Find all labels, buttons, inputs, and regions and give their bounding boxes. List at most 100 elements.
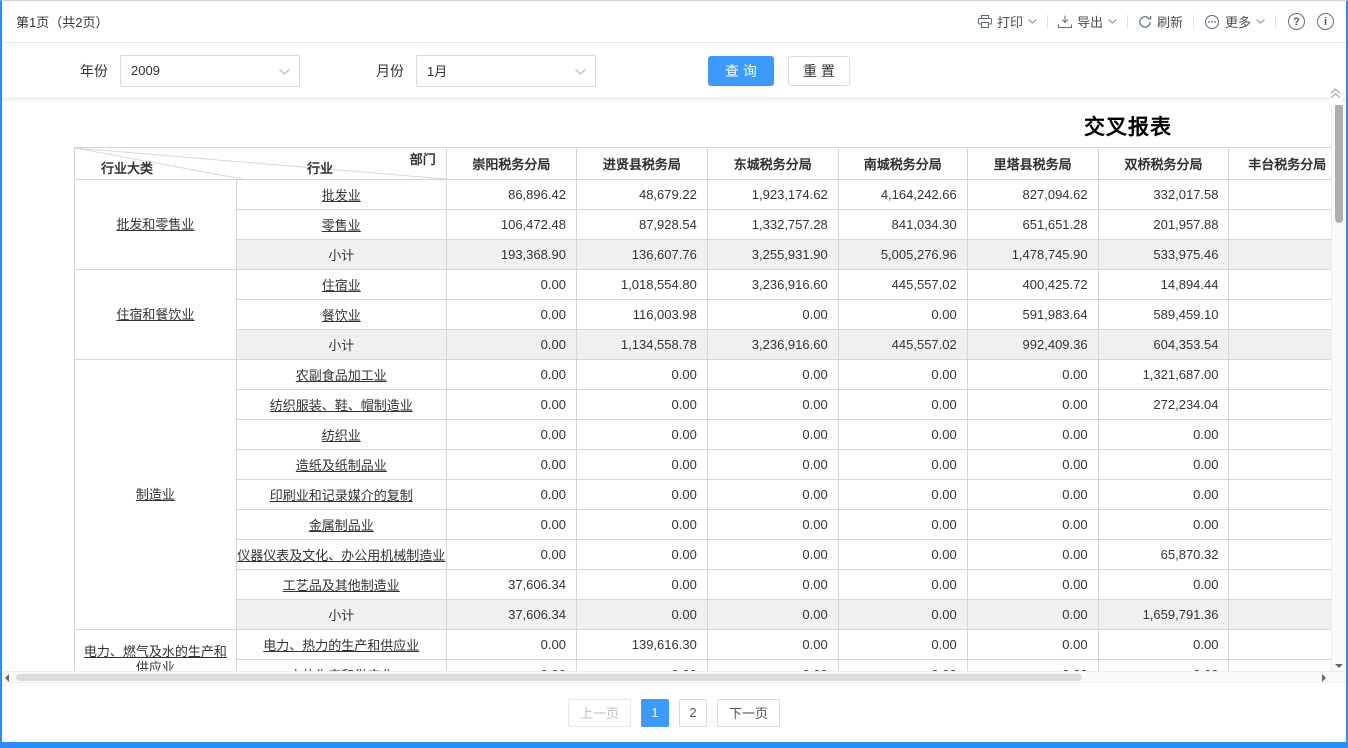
value-cell: 1,321,687.00: [1098, 360, 1229, 390]
industry-category-link[interactable]: 住宿和餐饮业: [116, 307, 194, 322]
value-cell: 0.00: [838, 540, 967, 570]
industry-link[interactable]: 印刷业和记录媒介的复制: [270, 488, 413, 503]
industry-category-link[interactable]: 制造业: [136, 487, 175, 502]
refresh-button[interactable]: 刷新: [1128, 12, 1193, 32]
value-cell: 0.00: [446, 480, 576, 510]
value-cell: [1229, 360, 1346, 390]
table-row: 小计0.001,134,558.783,236,916.60445,557.02…: [75, 330, 1346, 360]
page-button-1[interactable]: 1: [641, 699, 669, 727]
next-page-button[interactable]: 下一页: [717, 699, 780, 727]
page-button-2[interactable]: 2: [679, 699, 707, 727]
query-button[interactable]: 查 询: [708, 56, 774, 86]
chevron-down-icon: [575, 69, 586, 75]
value-cell: 0.00: [576, 360, 707, 390]
collapse-filter-button[interactable]: [1329, 85, 1342, 105]
table-row: 住宿和餐饮业住宿业0.001,018,554.803,236,916.60445…: [75, 270, 1346, 300]
year-select[interactable]: 2009: [120, 55, 300, 87]
scroll-down-arrow[interactable]: [1335, 664, 1343, 668]
scroll-left-arrow[interactable]: [5, 674, 9, 682]
chevron-down-icon: [279, 69, 290, 75]
more-label: 更多: [1225, 12, 1251, 31]
industry-link[interactable]: 批发业: [322, 188, 361, 203]
month-select[interactable]: 1月: [416, 55, 596, 87]
print-button[interactable]: 打印: [968, 12, 1047, 32]
value-cell: 0.00: [576, 570, 707, 600]
horizontal-scrollbar[interactable]: [2, 671, 1346, 683]
value-cell: 0.00: [1098, 480, 1229, 510]
value-cell: 0.00: [707, 360, 838, 390]
print-label: 打印: [997, 12, 1023, 31]
industry-link[interactable]: 纺织业: [322, 428, 361, 443]
industry-link[interactable]: 纺织服装、鞋、帽制造业: [270, 398, 413, 413]
vertical-scrollbar[interactable]: [1331, 99, 1346, 671]
value-cell: 0.00: [446, 300, 576, 330]
value-cell: 0.00: [707, 390, 838, 420]
value-cell: 87,928.54: [576, 210, 707, 240]
horizontal-scrollbar-thumb[interactable]: [16, 674, 1082, 681]
value-cell: 0.00: [707, 600, 838, 630]
export-button[interactable]: 导出: [1048, 12, 1127, 32]
value-cell: 106,472.48: [446, 210, 576, 240]
industry-cell: 批发业: [236, 180, 446, 210]
scroll-right-arrow[interactable]: [1322, 674, 1326, 682]
info-icon[interactable]: i: [1317, 13, 1334, 30]
value-cell: 0.00: [707, 630, 838, 660]
industry-link[interactable]: 电力、热力的生产和供应业: [263, 638, 419, 653]
industry-link[interactable]: 仪器仪表及文化、办公用机械制造业: [237, 548, 445, 563]
value-cell: 589,459.10: [1098, 300, 1229, 330]
industry-link[interactable]: 零售业: [322, 218, 361, 233]
value-cell: 4,164,242.66: [838, 180, 967, 210]
value-cell: 591,983.64: [967, 300, 1098, 330]
industry-category-cell: 住宿和餐饮业: [75, 270, 237, 360]
vertical-scrollbar-thumb[interactable]: [1335, 103, 1343, 223]
value-cell: 116,003.98: [576, 300, 707, 330]
value-cell: 0.00: [707, 540, 838, 570]
value-cell: 0.00: [967, 600, 1098, 630]
industry-link[interactable]: 餐饮业: [322, 308, 361, 323]
chevron-down-icon: [1108, 19, 1117, 24]
printer-icon: [978, 15, 992, 28]
corner-label-category: 行业大类: [101, 158, 153, 177]
industry-category-link[interactable]: 电力、燃气及水的生产和供应业: [84, 644, 227, 672]
value-cell: 0.00: [967, 450, 1098, 480]
value-cell: 0.00: [967, 360, 1098, 390]
value-cell: [1229, 210, 1346, 240]
table-header-row: 部门行业大类行业崇阳税务分局进贤县税务局东城税务分局南城税务分局里塔县税务局双桥…: [75, 148, 1346, 180]
value-cell: 3,236,916.60: [707, 270, 838, 300]
industry-category-link[interactable]: 批发和零售业: [116, 217, 194, 232]
value-cell: 0.00: [446, 660, 576, 672]
value-cell: [1229, 270, 1346, 300]
value-cell: 3,236,916.60: [707, 330, 838, 360]
export-label: 导出: [1077, 12, 1103, 31]
industry-link[interactable]: 金属制品业: [309, 518, 374, 533]
value-cell: [1229, 330, 1346, 360]
value-cell: 201,957.88: [1098, 210, 1229, 240]
value-cell: 1,659,791.36: [1098, 600, 1229, 630]
reset-button[interactable]: 重 置: [788, 56, 850, 86]
value-cell: 533,975.46: [1098, 240, 1229, 270]
value-cell: 65,870.32: [1098, 540, 1229, 570]
value-cell: 0.00: [446, 360, 576, 390]
value-cell: 0.00: [446, 540, 576, 570]
more-button[interactable]: 更多: [1194, 12, 1275, 32]
value-cell: 0.00: [838, 660, 967, 672]
help-icon[interactable]: ?: [1288, 13, 1305, 30]
value-cell: 0.00: [838, 300, 967, 330]
table-row: 印刷业和记录媒介的复制0.000.000.000.000.000.00: [75, 480, 1346, 510]
value-cell: 0.00: [967, 480, 1098, 510]
year-select-value: 2009: [131, 63, 160, 78]
value-cell: 136,607.76: [576, 240, 707, 270]
value-cell: 3,255,931.90: [707, 240, 838, 270]
prev-page-button[interactable]: 上一页: [568, 699, 631, 727]
industry-link[interactable]: 工艺品及其他制造业: [283, 578, 400, 593]
table-row: 零售业106,472.4887,928.541,332,757.28841,03…: [75, 210, 1346, 240]
industry-cell: 造纸及纸制品业: [236, 450, 446, 480]
industry-link[interactable]: 住宿业: [322, 278, 361, 293]
value-cell: 0.00: [838, 390, 967, 420]
value-cell: 0.00: [576, 510, 707, 540]
industry-link[interactable]: 造纸及纸制品业: [296, 458, 387, 473]
value-cell: 0.00: [1098, 450, 1229, 480]
industry-link[interactable]: 农副食品加工业: [296, 368, 387, 383]
chevron-down-icon: [1256, 19, 1265, 24]
value-cell: 1,332,757.28: [707, 210, 838, 240]
